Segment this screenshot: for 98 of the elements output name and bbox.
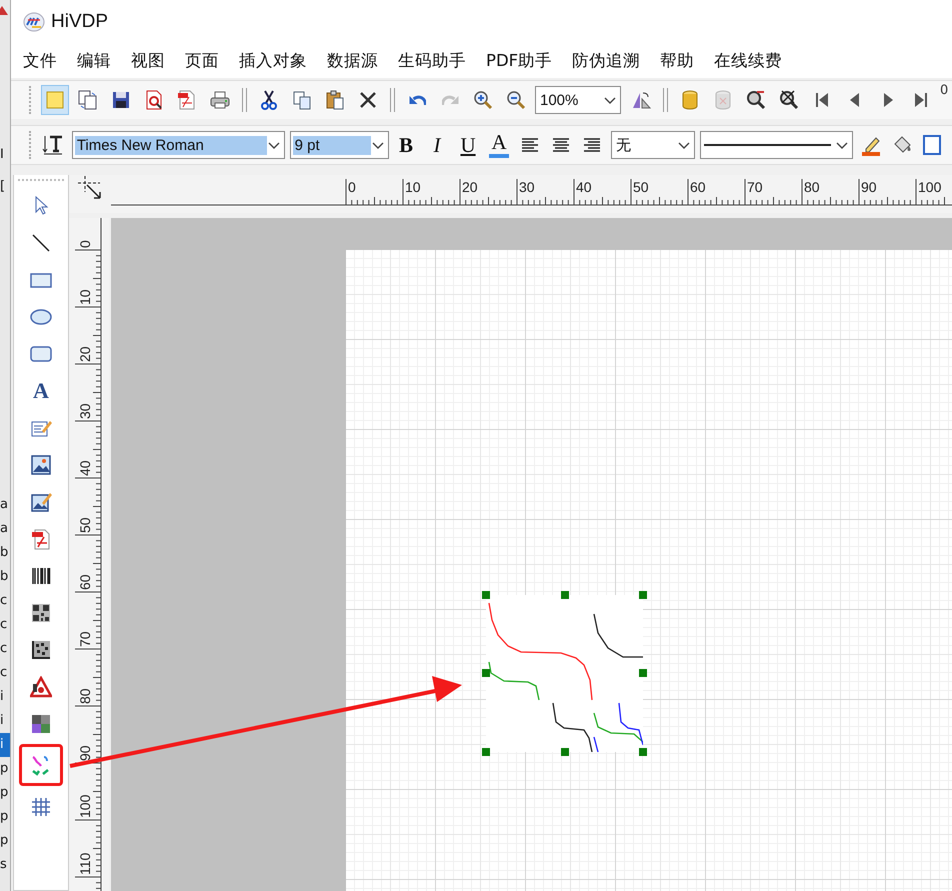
ruler-label: 60: [690, 179, 706, 195]
background-text: [: [0, 178, 6, 196]
background-list-item: p: [0, 808, 10, 826]
line-icon: [30, 232, 52, 254]
menu-item[interactable]: 文件: [13, 50, 67, 72]
ruler-label: 90: [861, 179, 877, 195]
menu-item[interactable]: 生码助手: [388, 50, 476, 72]
copy-icon: [291, 89, 313, 111]
background-list-item: i: [0, 688, 5, 706]
bold-button[interactable]: B: [394, 130, 418, 160]
background-list-item: b: [0, 568, 10, 586]
menu-item[interactable]: 帮助: [650, 50, 704, 72]
menu-item[interactable]: 编辑: [67, 50, 121, 72]
undo-icon: [408, 94, 426, 106]
style-dropdown[interactable]: 无: [611, 131, 696, 159]
ruler-label: 100: [77, 794, 93, 818]
background-list-item: b: [0, 544, 10, 562]
ruler-label: 110: [77, 852, 93, 875]
resize-handle[interactable]: [560, 591, 568, 599]
pages-icon: [77, 89, 99, 111]
qr-code-icon: [30, 602, 52, 624]
ruler-label: 80: [804, 179, 820, 195]
background-text: I: [0, 146, 5, 164]
paste-icon: [324, 89, 346, 111]
background-list-item: s: [0, 856, 8, 874]
italic-button[interactable]: I: [425, 130, 450, 160]
background-list-item: a: [0, 496, 9, 514]
image-icon: [30, 454, 52, 476]
resize-handle[interactable]: [560, 748, 568, 756]
zoom-out-icon: [505, 89, 527, 111]
background-list-item: c: [0, 664, 8, 682]
color-code-icon: [30, 712, 52, 734]
menu-item[interactable]: 页面: [175, 50, 229, 72]
menu-item[interactable]: 防伪追溯: [562, 50, 650, 72]
image-edit-icon: [30, 490, 52, 512]
resize-handle[interactable]: [482, 748, 490, 756]
zoom-dropdown[interactable]: 100%: [535, 86, 621, 114]
background-list-item: p: [0, 784, 10, 802]
resize-handle[interactable]: [639, 591, 647, 599]
line-style-dropdown[interactable]: [700, 131, 854, 159]
scissors-icon: [258, 89, 280, 111]
search-icon: [745, 89, 767, 111]
redo-icon: [442, 94, 458, 106]
ruler-label: 90: [77, 744, 93, 761]
background-list-item: p: [0, 832, 10, 850]
menu-item[interactable]: PDF助手: [476, 50, 562, 72]
background-list-item: c: [0, 616, 8, 634]
text-size-icon: [42, 134, 64, 156]
background-list-item: c: [0, 640, 8, 658]
font-size-dropdown[interactable]: 9 pt: [290, 131, 390, 159]
menu-item[interactable]: 数据源: [317, 50, 388, 72]
save-icon: [110, 89, 132, 111]
ruler-label: 50: [633, 179, 649, 195]
grid-icon: [30, 796, 52, 818]
underline-button[interactable]: U: [456, 130, 480, 160]
background-list-item: i: [0, 712, 5, 730]
ruler-label: 80: [77, 687, 93, 704]
resize-handle[interactable]: [482, 669, 490, 677]
ruler-label: 20: [462, 179, 478, 195]
ruler-label: 50: [77, 516, 93, 533]
ruler-label: 60: [77, 573, 93, 590]
note-icon: [44, 89, 66, 111]
font-color-button[interactable]: A: [487, 130, 512, 160]
pdf-icon: [30, 528, 52, 550]
ruler-label: 70: [747, 179, 763, 195]
ruler-label: 10: [77, 288, 93, 305]
ruler-label: 30: [519, 179, 535, 195]
ruler-label: 40: [576, 179, 592, 195]
menu-item[interactable]: 视图: [121, 50, 175, 72]
ruler-label: 0: [77, 239, 93, 248]
zoom-in-icon: [472, 89, 494, 111]
text-tool[interactable]: A: [21, 372, 61, 409]
background-list-item: c: [0, 592, 8, 610]
background-list-item: a: [0, 520, 9, 538]
menu-item[interactable]: 在线续费: [704, 50, 792, 72]
resize-handle[interactable]: [482, 591, 490, 599]
menu-item[interactable]: 插入对象: [229, 50, 317, 72]
printer-icon: [209, 89, 231, 111]
resize-handle[interactable]: [639, 748, 647, 756]
ruler-label: 40: [77, 459, 93, 476]
page-counter: 0: [940, 83, 948, 98]
search-cross-icon: [778, 89, 800, 111]
matrix-code-icon: [30, 638, 52, 660]
warning-triangle-icon: [30, 676, 52, 698]
crosshair-arrow-icon: [77, 175, 103, 201]
background-list-item: p: [0, 760, 10, 778]
ruler-label: 20: [77, 345, 93, 362]
resize-handle[interactable]: [639, 669, 647, 677]
app-logo-icon: [23, 11, 45, 33]
ruler-label: 70: [77, 630, 93, 647]
ruler-label: 10: [405, 179, 421, 195]
curves-tool[interactable]: [19, 744, 63, 786]
ruler-label: 100: [918, 179, 942, 195]
ruler-label: 30: [77, 402, 93, 419]
font-dropdown[interactable]: Times New Roman: [72, 131, 285, 159]
window-title: HiVDP: [51, 11, 108, 33]
background-list-item: i: [0, 733, 10, 757]
ruler-label: 0: [348, 179, 356, 195]
